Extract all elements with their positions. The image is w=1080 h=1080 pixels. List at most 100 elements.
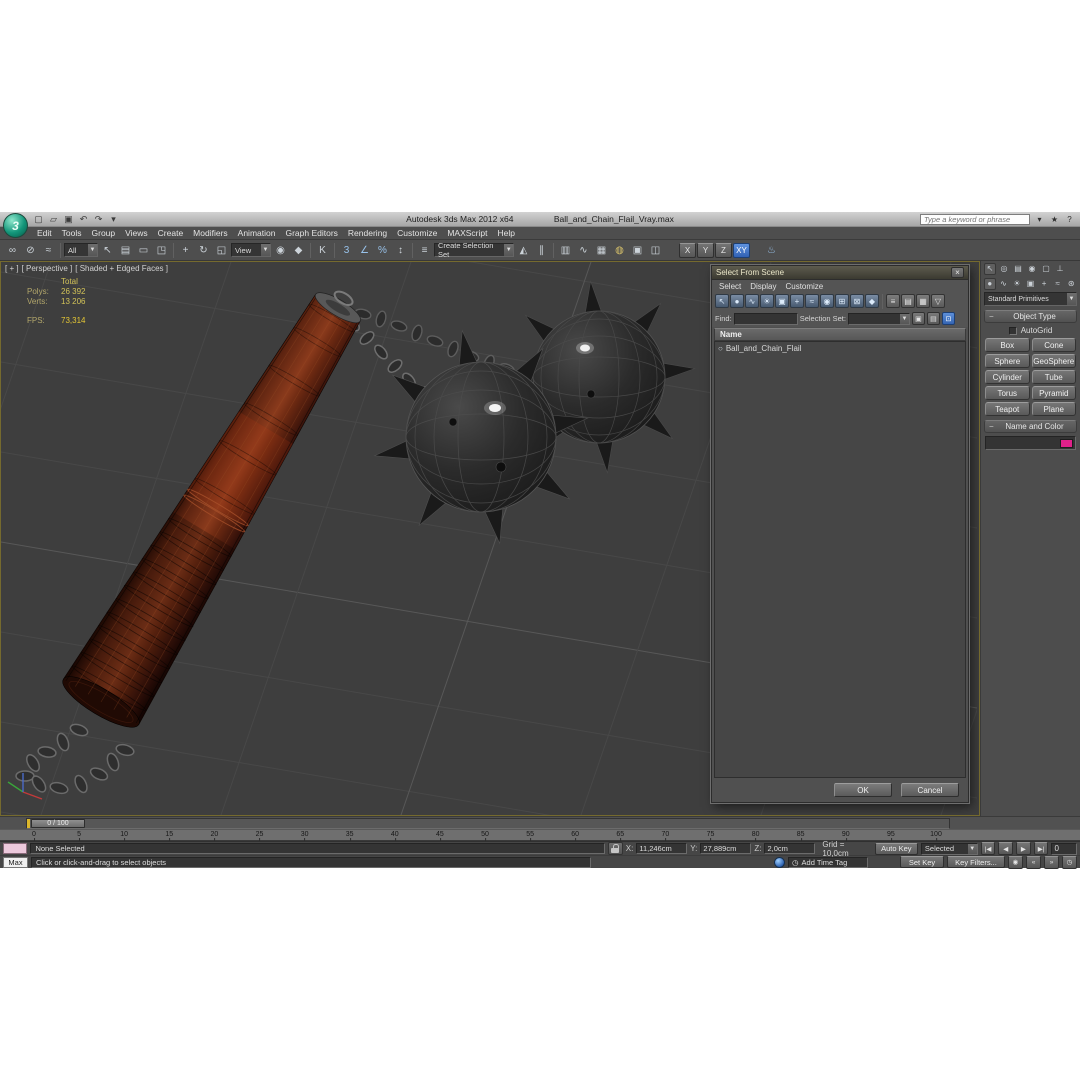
go-to-start-button[interactable]: |◀: [980, 842, 996, 855]
schematic-view-icon[interactable]: ▦: [593, 242, 610, 259]
named-selection-set-combo[interactable]: Create Selection Set ▼: [434, 241, 514, 259]
sphere-button[interactable]: Sphere: [985, 354, 1030, 368]
time-configuration-button[interactable]: ◷: [1062, 855, 1077, 869]
select-dependents-icon[interactable]: ▤: [926, 312, 940, 325]
time-slider-handle[interactable]: 0 / 100: [31, 818, 85, 828]
display-geometry-icon[interactable]: ●: [730, 294, 744, 308]
teapot-button[interactable]: Teapot: [985, 402, 1030, 416]
plane-button[interactable]: Plane: [1031, 402, 1076, 416]
cameras-category-icon[interactable]: ▣: [1025, 278, 1037, 290]
object-color-swatch[interactable]: [1060, 438, 1073, 448]
previous-key-button[interactable]: «: [1026, 855, 1041, 869]
selection-lock-toggle[interactable]: [608, 842, 623, 855]
menu-animation[interactable]: Animation: [233, 228, 281, 238]
render-setup-icon[interactable]: ▣: [629, 242, 646, 259]
undo-icon[interactable]: ↶: [77, 213, 90, 225]
go-to-end-button[interactable]: ▶|: [1033, 842, 1049, 855]
list-item[interactable]: ○ Ball_and_Chain_Flail: [715, 342, 965, 354]
use-pivot-center-icon[interactable]: ◉: [272, 242, 289, 259]
object-type-rollout[interactable]: − Object Type: [984, 310, 1077, 323]
align-icon[interactable]: ∥: [533, 242, 550, 259]
material-editor-icon[interactable]: ◍: [611, 242, 628, 259]
space-warps-category-icon[interactable]: ≈: [1052, 278, 1064, 290]
redo-icon[interactable]: ↷: [92, 213, 105, 225]
time-slider-track[interactable]: 0 / 100: [26, 817, 950, 829]
name-and-color-rollout[interactable]: − Name and Color: [984, 420, 1077, 433]
helpers-category-icon[interactable]: +: [1038, 278, 1050, 290]
filter-combinations-icon[interactable]: ▽: [931, 294, 945, 308]
select-by-name-icon[interactable]: ▤: [117, 242, 134, 259]
search-options-icon[interactable]: ▾: [1034, 215, 1045, 224]
angle-snap-toggle-icon[interactable]: ∠: [356, 242, 373, 259]
chain-pile[interactable]: [15, 722, 135, 795]
geometry-category-icon[interactable]: ●: [984, 277, 996, 290]
tube-button[interactable]: Tube: [1031, 370, 1076, 384]
scene-object-list[interactable]: ○ Ball_and_Chain_Flail: [714, 341, 966, 778]
display-everything-icon[interactable]: ↖: [715, 294, 729, 308]
modify-tab[interactable]: ◎: [998, 263, 1010, 275]
close-icon[interactable]: ×: [951, 267, 964, 278]
column-chooser-icon[interactable]: ▦: [916, 294, 930, 308]
display-tab[interactable]: ▢: [1040, 263, 1052, 275]
select-and-link-icon[interactable]: ∞: [4, 242, 21, 259]
keyboard-shortcut-override-icon[interactable]: K: [314, 242, 331, 259]
dialog-menu-display[interactable]: Display: [746, 282, 780, 291]
mirror-icon[interactable]: ◭: [515, 242, 532, 259]
curve-editor-icon[interactable]: ∿: [575, 242, 592, 259]
find-input[interactable]: [733, 312, 798, 325]
display-shapes-icon[interactable]: ∿: [745, 294, 759, 308]
add-time-tag-field[interactable]: ◷ Add Time Tag: [788, 856, 868, 868]
name-column-header[interactable]: Name: [714, 328, 966, 341]
key-set-dropdown[interactable]: Selected ▼: [920, 842, 978, 855]
primitive-category-dropdown[interactable]: Standard Primitives ▼: [984, 292, 1077, 306]
shapes-category-icon[interactable]: ∿: [998, 278, 1010, 290]
flail-handle[interactable]: [57, 271, 384, 735]
next-key-button[interactable]: »: [1044, 855, 1059, 869]
create-tab[interactable]: ↖: [984, 262, 996, 275]
keyword-search-input[interactable]: [920, 213, 1030, 225]
percent-snap-toggle-icon[interactable]: %: [374, 242, 391, 259]
cylinder-button[interactable]: Cylinder: [985, 370, 1030, 384]
select-and-rotate-icon[interactable]: ↻: [195, 242, 212, 259]
set-key-button[interactable]: Set Key: [900, 856, 944, 868]
geosphere-button[interactable]: GeoSphere: [1031, 354, 1076, 368]
display-lights-icon[interactable]: ☀: [760, 294, 774, 308]
display-frozen-objects-icon[interactable]: ◆: [865, 294, 879, 308]
menu-graph-editors[interactable]: Graph Editors: [280, 228, 342, 238]
perspective-viewport[interactable]: [ + ] [ Perspective ] [ Shaded + Edged F…: [0, 261, 980, 816]
menu-group[interactable]: Group: [87, 228, 121, 238]
snaps-toggle-icon[interactable]: 3: [338, 242, 355, 259]
play-animation-button[interactable]: ▶: [1016, 842, 1031, 855]
lights-category-icon[interactable]: ☀: [1011, 278, 1023, 290]
detail-view-icon[interactable]: ▤: [901, 294, 915, 308]
window-crossing-toggle-icon[interactable]: ◳: [153, 242, 170, 259]
menu-tools[interactable]: Tools: [57, 228, 87, 238]
display-xrefs-icon[interactable]: ⊞: [835, 294, 849, 308]
dialog-menu-select[interactable]: Select: [715, 282, 745, 291]
named-selection-sets-icon[interactable]: ≡: [416, 242, 433, 259]
x-coordinate-field[interactable]: 11,246cm: [636, 843, 688, 854]
auto-key-button[interactable]: Auto Key: [874, 842, 918, 855]
rectangular-selection-region-icon[interactable]: ▭: [135, 242, 152, 259]
layer-manager-icon[interactable]: ▥: [557, 242, 574, 259]
maxscript-mini-listener[interactable]: Max: [3, 856, 28, 868]
menu-rendering[interactable]: Rendering: [343, 228, 392, 238]
display-helpers-icon[interactable]: +: [790, 294, 804, 308]
select-influences-icon[interactable]: ▣: [911, 312, 925, 325]
favorites-icon[interactable]: ★: [1049, 215, 1060, 224]
menu-modifiers[interactable]: Modifiers: [188, 228, 232, 238]
hierarchy-tab[interactable]: ▤: [1012, 263, 1024, 275]
display-bone-objects-icon[interactable]: ⊠: [850, 294, 864, 308]
timeline-ruler[interactable]: 0 5 10 15 20 25 30 35 40 45 50 55 60 65 70 75 80 85 90 95 10…: [0, 829, 1080, 841]
display-groups-icon[interactable]: ◉: [820, 294, 834, 308]
menu-maxscript[interactable]: MAXScript: [442, 228, 492, 238]
autogrid-checkbox[interactable]: [1008, 326, 1017, 335]
object-name-field[interactable]: [985, 436, 1076, 450]
torus-button[interactable]: Torus: [985, 386, 1030, 400]
dialog-title-bar[interactable]: Select From Scene ×: [712, 266, 968, 280]
motion-tab[interactable]: ◉: [1026, 263, 1038, 275]
box-button[interactable]: Box: [985, 338, 1030, 352]
menu-views[interactable]: Views: [120, 228, 153, 238]
display-space-warps-icon[interactable]: ≈: [805, 294, 819, 308]
application-menu-button[interactable]: 3: [3, 213, 28, 238]
